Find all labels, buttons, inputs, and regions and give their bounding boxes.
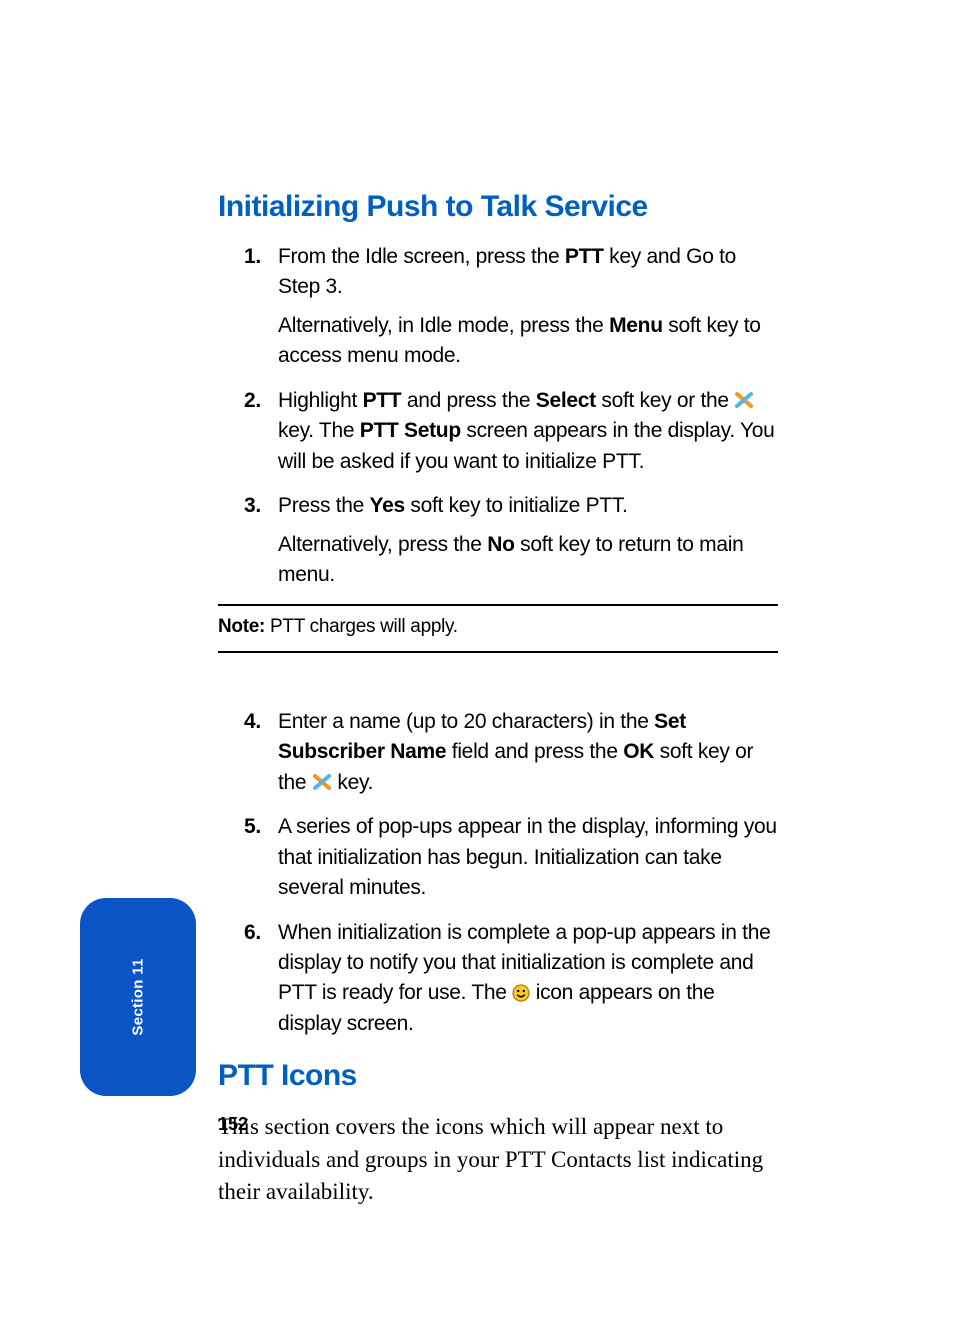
step-number: 5. [244, 812, 261, 842]
bold: PTT [363, 389, 402, 412]
smiley-icon [512, 984, 530, 1002]
step-1-alt: Alternatively, in Idle mode, press the M… [278, 311, 778, 372]
note-label: Note: [218, 616, 265, 637]
text: key. [332, 771, 373, 794]
bold: PTT Setup [360, 419, 461, 442]
bold: Select [536, 389, 596, 412]
step-number: 2. [244, 386, 261, 416]
note: Note: PTT charges will apply. [218, 614, 778, 641]
text: Enter a name (up to 20 characters) in th… [278, 710, 654, 733]
heading-initializing: Initializing Push to Talk Service [218, 190, 778, 224]
x-key-icon [734, 391, 754, 409]
bold: PTT [565, 245, 604, 268]
bold: No [487, 533, 514, 556]
step-6: 6. When initialization is complete a pop… [278, 918, 778, 1040]
step-number: 6. [244, 918, 261, 948]
steps-list-1: 1. From the Idle screen, press the PTT k… [218, 242, 778, 590]
bold: Yes [370, 494, 405, 517]
text: Highlight [278, 389, 363, 412]
text: and press the [401, 389, 535, 412]
steps-list-2: 4. Enter a name (up to 20 characters) in… [218, 707, 778, 1039]
x-key-icon [312, 773, 332, 791]
text: soft key to initialize PTT. [405, 494, 628, 517]
step-2: 2. Highlight PTT and press the Select so… [278, 386, 778, 477]
text: Press the [278, 494, 370, 517]
section-tab: Section 11 [80, 898, 196, 1096]
step-number: 4. [244, 707, 261, 737]
text: A series of pop-ups appear in the displa… [278, 815, 777, 899]
step-4: 4. Enter a name (up to 20 characters) in… [278, 707, 778, 798]
note-text: PTT charges will apply. [265, 616, 458, 637]
note-rule-top [218, 604, 778, 606]
step-number: 1. [244, 242, 261, 272]
text: key. The [278, 419, 360, 442]
page-number: 152 [218, 1114, 248, 1135]
step-number: 3. [244, 491, 261, 521]
step-1: 1. From the Idle screen, press the PTT k… [278, 242, 778, 372]
text: field and press the [446, 740, 623, 763]
bold: OK [623, 740, 654, 763]
text: Alternatively, in Idle mode, press the [278, 314, 609, 337]
page-content: Initializing Push to Talk Service 1. Fro… [218, 190, 778, 1208]
ptt-icons-intro: This section covers the icons which will… [218, 1111, 778, 1208]
text: Alternatively, press the [278, 533, 487, 556]
section-tab-label: Section 11 [130, 958, 147, 1035]
step-5: 5. A series of pop-ups appear in the dis… [278, 812, 778, 903]
step-3: 3. Press the Yes soft key to initialize … [278, 491, 778, 590]
note-rule-bottom [218, 651, 778, 653]
step-3-alt: Alternatively, press the No soft key to … [278, 530, 778, 591]
text: From the Idle screen, press the [278, 245, 565, 268]
bold: Menu [609, 314, 663, 337]
text: soft key or the [596, 389, 734, 412]
heading-ptt-icons: PTT Icons [218, 1059, 778, 1093]
